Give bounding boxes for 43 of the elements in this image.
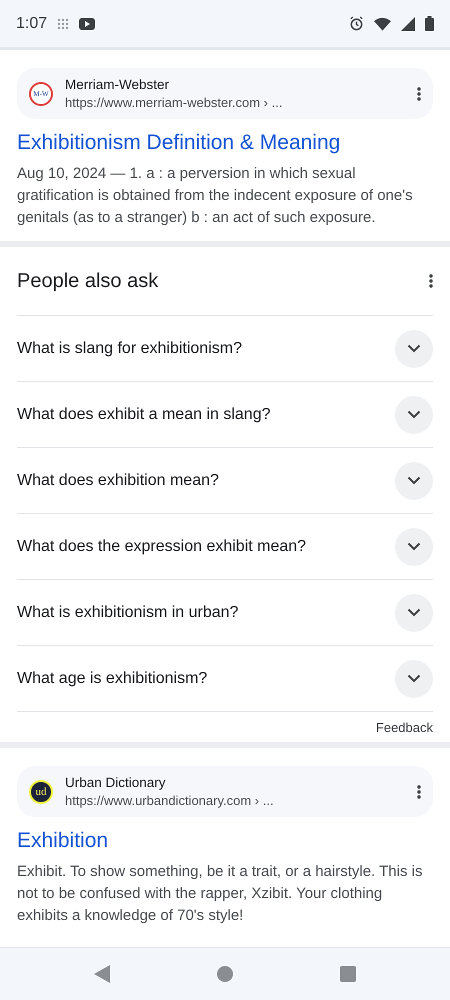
chevron-down-icon[interactable] (395, 528, 433, 566)
chevron-down-icon[interactable] (395, 396, 433, 434)
question-row[interactable]: What does exhibition mean? (17, 448, 433, 514)
site-name: Urban Dictionary (65, 775, 167, 790)
question-row[interactable]: What age is exhibitionism? (17, 646, 433, 712)
question-row[interactable]: What is exhibitionism in urban? (17, 580, 433, 646)
question-text: What is slang for exhibitionism? (17, 340, 242, 358)
question-text: What does exhibition mean? (17, 472, 219, 490)
more-options-icon[interactable] (429, 274, 433, 288)
result-snippet: Aug 10, 2024 — 1. a : a perversion in which sexual gratification is obtained from the indecent exposure of one's genitals (as to a stranger) b : an act of such exposure. (17, 164, 414, 228)
alarm-icon (349, 16, 364, 31)
site-name: Merriam-Webster (65, 77, 170, 92)
result-title-link[interactable]: Exhibition (17, 829, 433, 853)
chevron-down-icon[interactable] (395, 660, 433, 698)
section-heading: People also ask (17, 270, 158, 292)
more-options-icon[interactable] (417, 86, 421, 100)
status-time: 1:07 (16, 14, 48, 32)
question-text: What does exhibit a mean in slang? (17, 406, 270, 424)
battery-icon (425, 16, 434, 31)
wifi-icon (374, 16, 391, 30)
chevron-down-icon[interactable] (395, 462, 433, 500)
question-text: What does the expression exhibit mean? (17, 538, 306, 556)
question-row[interactable]: What does exhibit a mean in slang? (17, 382, 433, 448)
result-snippet: Exhibit. To show something, be it a trait, or a hairstyle. This is not to be confused with the rapper, Xzibit. Your clothing exhibits a knowledge of 70's style! (17, 862, 424, 926)
question-row[interactable]: What does the expression exhibit mean? (17, 514, 433, 580)
signal-icon (401, 16, 415, 30)
more-options-icon[interactable] (417, 784, 421, 798)
question-row[interactable]: What is slang for exhibitionism? (17, 316, 433, 382)
site-chip[interactable]: ud Urban Dictionary https://www.urbandictionary.com › ... (17, 766, 433, 817)
chevron-down-icon[interactable] (395, 594, 433, 632)
result-title-link[interactable]: Exhibitionism Definition & Meaning (17, 131, 433, 155)
home-icon[interactable] (216, 966, 233, 982)
site-url: https://www.merriam-webster.com › ... (65, 95, 284, 110)
question-text: What is exhibitionism in urban? (17, 604, 238, 622)
chevron-down-icon[interactable] (395, 330, 433, 368)
back-icon[interactable] (94, 965, 110, 983)
feedback-link[interactable]: Feedback (376, 720, 433, 734)
question-text: What age is exhibitionism? (17, 670, 208, 688)
grid-icon (57, 18, 70, 30)
site-url: https://www.urbandictionary.com › ... (65, 793, 275, 808)
video-play-icon (79, 18, 96, 30)
site-logo: ud (29, 780, 53, 804)
recents-icon[interactable] (340, 966, 356, 982)
